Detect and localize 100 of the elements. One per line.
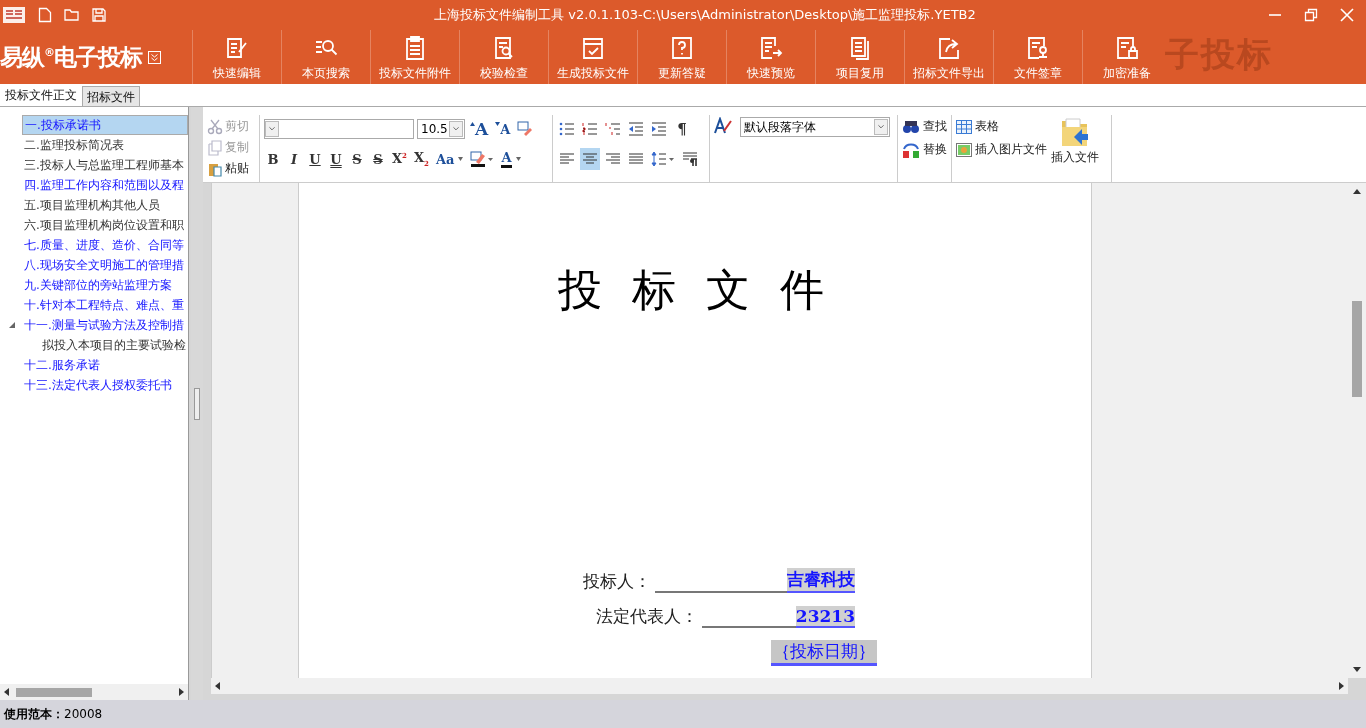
font-color-button[interactable]: A [499, 148, 523, 170]
tree-item[interactable]: 二.监理投标简况表 [22, 135, 126, 155]
insert-file-button[interactable]: 插入文件 [1051, 117, 1099, 180]
pilcrow-button[interactable]: ¶ [672, 118, 692, 140]
logo-icon [2, 5, 26, 25]
scroll-up-icon[interactable] [1353, 188, 1361, 196]
ribbon-button[interactable]: 生成投标文件 [548, 30, 637, 84]
tree-item[interactable]: 五.项目监理机构其他人员 [22, 195, 162, 215]
ribbon-button[interactable]: 加密准备 [1082, 30, 1171, 84]
paragraph-marks-icon [682, 152, 698, 166]
scroll-left-icon[interactable] [214, 682, 222, 690]
font-size-select[interactable]: 10.5 [417, 119, 465, 139]
tab[interactable]: 招标文件 [82, 86, 140, 106]
ribbon-button[interactable]: 本页搜索 [281, 30, 370, 84]
clipboard-button[interactable]: 粘贴 [207, 159, 255, 178]
scroll-down-icon[interactable] [1353, 665, 1361, 673]
eraser-icon [517, 121, 534, 137]
strike-button[interactable]: S [348, 148, 366, 170]
open-folder-icon[interactable] [64, 8, 80, 22]
line-spacing-icon [651, 151, 675, 167]
dropdown-arrow-icon [458, 157, 464, 161]
scroll-left-icon[interactable] [3, 688, 11, 696]
numbering-icon [582, 122, 598, 136]
ribbon-button[interactable]: 文件签章 [993, 30, 1082, 84]
table-button[interactable]: 表格 [956, 117, 1047, 136]
shrink-font-button[interactable]: A [493, 118, 513, 140]
font-name-select[interactable] [264, 119, 414, 139]
caret-up-icon [470, 122, 475, 126]
italic-button[interactable]: I [285, 148, 303, 170]
field-label: 法定代表人： [595, 605, 698, 628]
bold-button[interactable]: B [264, 148, 282, 170]
field-value[interactable]: 23213 [795, 606, 855, 628]
subscript-button[interactable]: X$_{2}$ [411, 148, 431, 170]
new-file-icon[interactable] [38, 7, 52, 23]
status-label: 使用范本： [4, 705, 64, 723]
ribbon-button[interactable]: 快速预览 [726, 30, 815, 84]
ribbon-button[interactable]: 快速编辑 [192, 30, 281, 84]
grow-font-button[interactable]: A [468, 118, 491, 140]
scissors-icon [207, 118, 223, 135]
copy-icon [207, 139, 223, 156]
date-field[interactable]: ｛投标日期｝ [771, 640, 877, 666]
style-select[interactable]: 默认段落字体 [740, 117, 890, 137]
binoculars-icon [902, 119, 920, 134]
tree-item[interactable]: 三.投标人与总监理工程师基本 [22, 155, 186, 175]
case-button[interactable]: Aa [433, 148, 466, 170]
ribbon-button[interactable]: 更新答疑 [637, 30, 726, 84]
collapse-icon[interactable] [148, 50, 161, 64]
document-icon [669, 34, 695, 61]
scrollbar-thumb[interactable] [16, 687, 92, 697]
dropdown-arrow-icon [515, 157, 521, 161]
table-icon [956, 119, 972, 134]
scroll-right-icon[interactable] [177, 688, 185, 696]
status-value: 20008 [64, 707, 103, 721]
replace-button[interactable]: 替换 [902, 140, 947, 159]
document-icon [758, 34, 784, 61]
scroll-right-icon[interactable] [1337, 682, 1345, 690]
expand-arrow-icon[interactable] [8, 321, 16, 329]
tree-item[interactable]: 六.项目监理机构岗位设置和职 [22, 215, 186, 235]
image-icon [956, 142, 972, 157]
scrollbar-thumb[interactable] [1352, 301, 1362, 397]
style-icon [714, 117, 732, 135]
ribbon-button[interactable]: 项目复用 [815, 30, 904, 84]
insert-picture-button[interactable]: 插入图片文件 [956, 140, 1047, 159]
replace-icon [902, 141, 920, 158]
underline-button[interactable]: U [306, 148, 324, 170]
tree-item[interactable]: 十一.测量与试验方法及控制措 [22, 315, 186, 335]
field-value[interactable]: 吉睿科技 [787, 568, 855, 593]
multilevel-icon [605, 122, 621, 136]
caret-down-icon [495, 122, 501, 126]
tree-item[interactable]: 七.质量、进度、造价、合同等 [22, 235, 186, 255]
tree-item[interactable]: 九.关键部位的旁站监理方案 [22, 275, 174, 295]
ribbon-button[interactable]: 校验检查 [459, 30, 548, 84]
save-icon[interactable] [92, 8, 106, 22]
double-strike-button[interactable]: S [369, 148, 387, 170]
horizontal-scrollbar[interactable] [0, 684, 188, 700]
ribbon-button[interactable]: 招标文件导出 [904, 30, 993, 84]
tree-item[interactable]: 一.投标承诺书 [22, 115, 188, 135]
tree-item[interactable]: 八.现场安全文明施工的管理措 [22, 255, 186, 275]
outdent-icon [628, 122, 644, 136]
ribbon-button[interactable]: 投标文件附件 [370, 30, 459, 84]
highlighter-icon [470, 151, 495, 167]
align-center-icon [583, 153, 597, 165]
double-underline-button[interactable]: U [327, 148, 345, 170]
tree-item[interactable]: 十.针对本工程特点、难点、重 [22, 295, 186, 315]
document-icon [1114, 34, 1140, 61]
align-left-icon [560, 153, 574, 165]
bullets-icon [559, 122, 575, 136]
close-icon[interactable] [1340, 8, 1354, 22]
indent-icon [651, 122, 667, 136]
maximize-icon[interactable] [1304, 8, 1318, 22]
align-justify-icon [629, 153, 643, 165]
tree-item[interactable]: 十二.服务承诺 [22, 355, 102, 375]
tree-item[interactable]: 四.监理工作内容和范围以及程 [22, 175, 186, 195]
tree-item[interactable]: 十三.法定代表人授权委托书 [22, 375, 174, 395]
align-center-button[interactable] [580, 148, 600, 170]
tree-item[interactable]: 拟投入本项目的主要试验检 [40, 335, 188, 355]
horizontal-scrollbar[interactable] [211, 678, 1348, 694]
superscript-button[interactable]: X$^{2}$ [390, 148, 409, 170]
app-logo: 易纵$^{®}$电子投标 [0, 42, 142, 72]
find-button[interactable]: 查找 [902, 117, 947, 136]
